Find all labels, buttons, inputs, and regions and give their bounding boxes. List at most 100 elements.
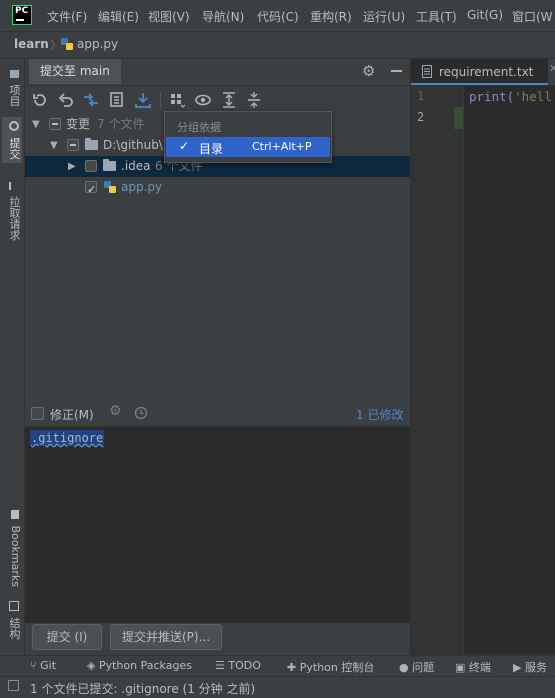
checkbox-app-py[interactable]: ✓ [85, 181, 97, 196]
line-number-gutter: 1 2 [411, 86, 464, 655]
terminal-icon: ▣ [455, 661, 466, 674]
tool-tab-structure[interactable]: 结构 [2, 597, 22, 643]
tool-tab-pull-requests[interactable]: 拉取请求 [2, 179, 22, 243]
breadcrumb-file[interactable]: app.py [77, 37, 118, 51]
line-number-2: 2 [417, 110, 425, 124]
structure-icon [9, 600, 19, 611]
menu-edit[interactable]: 编辑(E) [98, 8, 139, 25]
group-by-popup: 分组依据 ✓ 目录 Ctrl+Alt+P [164, 111, 332, 163]
tool-tab-commit[interactable]: 提交 [2, 117, 22, 163]
text-file-icon [422, 65, 432, 78]
menu-run[interactable]: 运行(U) [363, 8, 405, 25]
tool-tab-bookmarks-label: Bookmarks [9, 525, 22, 587]
python-file-icon [61, 38, 73, 50]
commit-message-text[interactable]: .gitignore [30, 430, 105, 446]
menu-file[interactable]: 文件(F) [47, 8, 87, 25]
shelve-icon[interactable] [108, 91, 126, 109]
commit-buttons-row: 提交 (I) 提交并推送(P)... [25, 622, 410, 655]
bottom-tab-todo-label: TODO [228, 659, 261, 672]
menu-tools[interactable]: 工具(T) [416, 8, 457, 25]
menu-bar: PC 文件(F) 编辑(E) 视图(V) 导航(N) 代码(C) 重构(R) 运… [0, 0, 555, 31]
tool-tab-structure-label: 结构 [8, 617, 21, 640]
bottom-tab-python-console[interactable]: ✚ Python 控制台 [287, 659, 374, 675]
idea-folder-name: .idea [121, 159, 151, 173]
tool-tab-bookmarks[interactable]: Bookmarks [2, 507, 22, 589]
folder-icon [85, 138, 98, 150]
vcs-added-marker [454, 107, 463, 129]
checkbox-changes[interactable] [49, 118, 61, 130]
settings-icon[interactable]: ⚙ [109, 403, 122, 419]
amend-checkbox[interactable] [31, 407, 44, 420]
popup-title: 分组依据 [177, 121, 221, 134]
python-file-icon [104, 181, 116, 193]
bottom-tab-python-packages-label: Python Packages [98, 659, 192, 672]
commit-message-editor[interactable]: .gitignore [25, 426, 410, 623]
modified-count-link[interactable]: 1 已修改 [356, 406, 403, 423]
popup-item-shortcut: Ctrl+Alt+P [252, 140, 312, 153]
root-folder-path: D:\github\l [103, 138, 167, 152]
chevron-down-icon[interactable]: ▼ [50, 135, 60, 156]
close-tab-icon[interactable]: ✕ [549, 62, 555, 75]
status-toggle-icon[interactable] [8, 680, 19, 691]
clock-icon[interactable] [134, 406, 148, 420]
code-function: print( [469, 89, 515, 104]
folder-icon [9, 69, 19, 78]
tree-row-app-py[interactable]: ✓ app.py [25, 177, 410, 198]
bottom-tab-git[interactable]: ⑂ Git [30, 659, 56, 672]
commit-button[interactable]: 提交 (I) [32, 624, 102, 650]
hide-icon[interactable] [391, 70, 402, 72]
tab-commit-to-main[interactable]: 提交至 main [29, 59, 121, 84]
refresh-icon[interactable] [31, 91, 49, 109]
bottom-tab-problems[interactable]: ● 问题 [399, 659, 434, 675]
menu-view[interactable]: 视图(V) [148, 8, 190, 25]
bottom-tab-services-label: 服务 [524, 661, 547, 674]
editor-tab-label: requirement.txt [439, 65, 534, 79]
bottom-tab-python-packages[interactable]: ◈ Python Packages [87, 659, 192, 672]
bottom-tab-terminal-label: 终端 [468, 661, 491, 674]
bottom-tab-terminal[interactable]: ▣ 终端 [455, 659, 491, 675]
bottom-tab-services[interactable]: ▶ 服务 [513, 659, 547, 675]
list-icon: ☰ [215, 659, 225, 672]
bottom-tool-stripe: ⑂ Git ◈ Python Packages ☰ TODO ✚ Python … [0, 655, 555, 677]
pycharm-logo-icon: PC [12, 5, 32, 25]
expand-all-icon[interactable] [220, 91, 238, 109]
download-icon[interactable] [134, 91, 152, 109]
toolbar-separator [160, 92, 161, 108]
amend-label[interactable]: 修正(M) [50, 406, 94, 423]
group-by-icon[interactable] [168, 91, 186, 109]
pull-request-icon [9, 181, 19, 190]
status-bar: 1 个文件已提交: .gitignore (1 分钟 之前) [0, 676, 555, 698]
chevron-down-icon[interactable]: ▼ [32, 114, 42, 135]
checkbox-idea-folder[interactable] [85, 160, 97, 172]
menu-git[interactable]: Git(G) [467, 8, 503, 22]
info-icon: ● [399, 661, 409, 674]
code-string: 'hell [514, 89, 552, 104]
menu-code[interactable]: 代码(C) [257, 8, 299, 25]
eye-icon[interactable] [194, 91, 212, 109]
gear-icon[interactable]: ⚙ [362, 62, 375, 80]
app-py-filename: app.py [121, 180, 163, 194]
diff-icon[interactable] [82, 91, 100, 109]
rollback-icon[interactable] [57, 91, 75, 109]
status-message[interactable]: 1 个文件已提交: .gitignore (1 分钟 之前) [30, 680, 255, 697]
navigation-bar: learn 〉 app.py [0, 31, 555, 59]
popup-item-directory[interactable]: ✓ 目录 Ctrl+Alt+P [166, 137, 330, 157]
commit-toolbar [25, 86, 410, 114]
menu-window[interactable]: 窗口(W [512, 8, 553, 25]
bottom-tab-git-label: Git [40, 659, 57, 672]
editor-tab-requirement[interactable]: requirement.txt [411, 59, 548, 85]
chevron-right-icon[interactable]: ▶ [68, 156, 78, 177]
code-line-1[interactable]: print('hell [469, 89, 552, 104]
bottom-tab-todo[interactable]: ☰ TODO [215, 659, 261, 672]
commit-and-push-button[interactable]: 提交并推送(P)... [110, 624, 222, 650]
commit-icon [9, 120, 19, 131]
tool-tab-project[interactable]: 项目 [2, 65, 22, 111]
menu-refactor[interactable]: 重构(R) [310, 8, 352, 25]
breadcrumb-project[interactable]: learn [14, 37, 49, 51]
collapse-all-icon[interactable] [245, 91, 263, 109]
changes-count: 7 个文件 [97, 117, 145, 131]
popup-item-label: 目录 [199, 142, 224, 156]
menu-navigate[interactable]: 导航(N) [202, 8, 244, 25]
folder-icon [103, 159, 116, 171]
checkbox-root-folder[interactable] [67, 139, 79, 151]
